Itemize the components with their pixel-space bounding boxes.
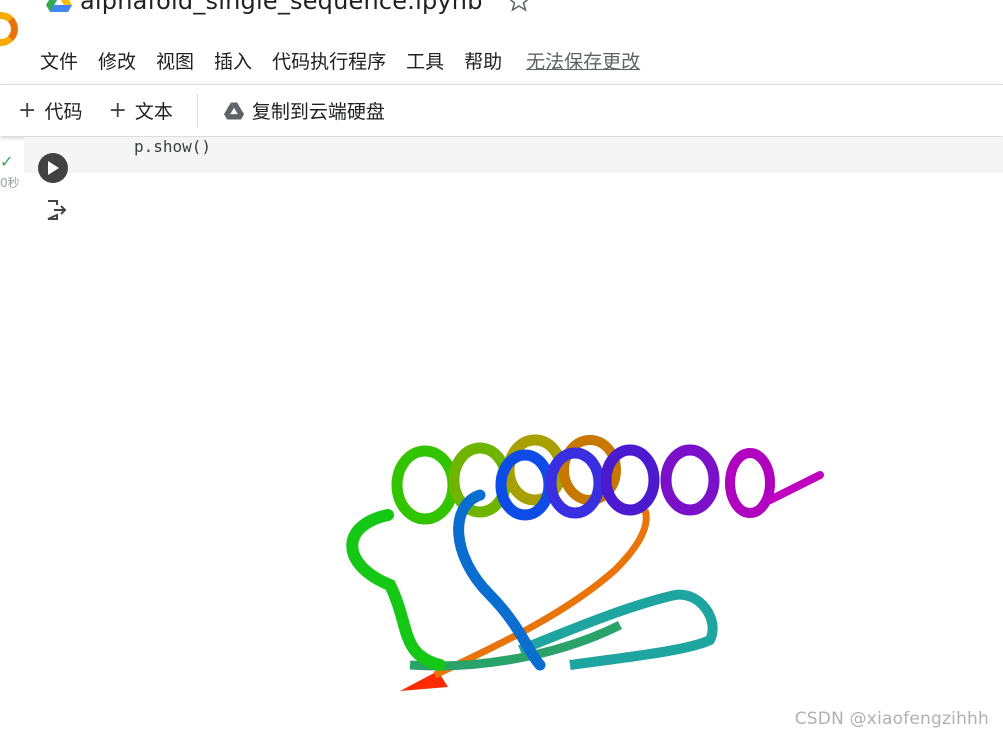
exec-time: 0秒 — [0, 176, 20, 190]
colab-logo-icon[interactable] — [0, 12, 18, 46]
add-code-button[interactable]: + 代码 — [18, 97, 82, 124]
menu-file[interactable]: 文件 — [40, 47, 78, 74]
menu-help[interactable]: 帮助 — [464, 47, 502, 74]
copy-to-drive-button[interactable]: 复制到云端硬盘 — [223, 97, 385, 124]
protein-structure-image — [346, 434, 824, 691]
menu-insert[interactable]: 插入 — [214, 47, 252, 74]
add-text-button[interactable]: + 文本 — [108, 97, 172, 124]
toolbar-divider — [196, 93, 198, 128]
drive-copy-icon — [223, 102, 244, 119]
copy-to-drive-label: 复制到云端硬盘 — [251, 101, 385, 123]
run-icon — [48, 161, 59, 175]
colab-header: alphafold_single_sequence.ipynb 文件 修改 视图… — [0, 0, 1003, 84]
menu-runtime[interactable]: 代码执行程序 — [272, 47, 386, 74]
menu-view[interactable]: 视图 — [156, 47, 194, 74]
check-icon: ✓ — [0, 152, 14, 171]
drive-icon — [46, 0, 72, 12]
menu-edit[interactable]: 修改 — [98, 47, 136, 74]
notebook-title[interactable]: alphafold_single_sequence.ipynb — [80, 0, 483, 15]
title-row: alphafold_single_sequence.ipynb — [46, 0, 531, 34]
output-icon[interactable] — [44, 198, 68, 222]
code-cell[interactable]: p.show() — [24, 137, 1003, 173]
add-text-label: 文本 — [134, 101, 173, 123]
watermark: CSDN @xiaofengzihhh — [794, 709, 989, 729]
menu-bar: 文件 修改 视图 插入 代码执行程序 工具 帮助 无法保存更改 — [40, 46, 660, 74]
toolbar: + 代码 + 文本 复制到云端硬盘 — [0, 84, 1003, 136]
menu-tools[interactable]: 工具 — [406, 47, 444, 74]
code-line[interactable]: p.show() — [134, 137, 211, 156]
cannot-save-link[interactable]: 无法保存更改 — [526, 47, 640, 74]
plus-icon: + — [108, 98, 127, 123]
add-code-label: 代码 — [44, 101, 83, 123]
star-icon[interactable] — [507, 0, 531, 13]
plus-icon: + — [18, 98, 37, 123]
run-button[interactable] — [38, 153, 68, 183]
